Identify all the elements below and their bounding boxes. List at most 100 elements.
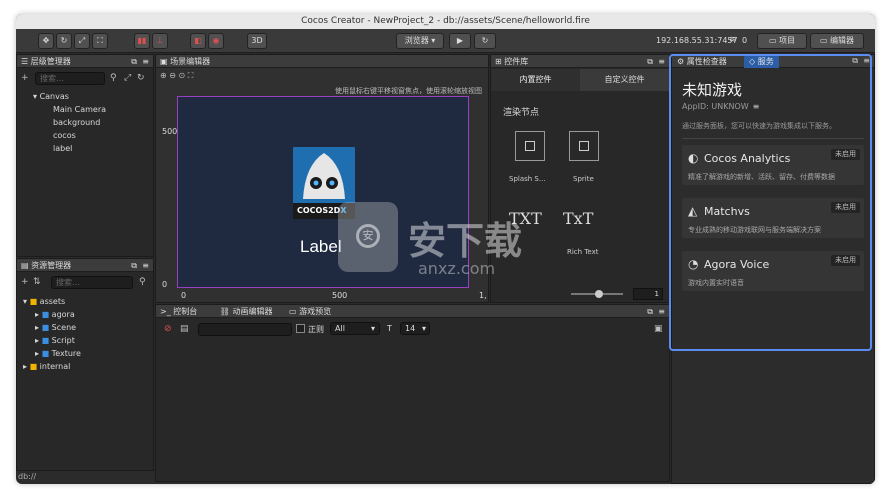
popout-icon[interactable]: ⧉ <box>131 55 137 68</box>
popout-icon[interactable]: ⧉ <box>647 55 653 68</box>
scene-icon: ▣ <box>160 57 171 66</box>
tab-custom[interactable]: 自定义控件 <box>580 69 669 91</box>
mode-3d-button[interactable]: 3D <box>247 33 267 49</box>
tab-preview[interactable]: 游戏预览 <box>299 307 331 316</box>
db-icon: ■ <box>29 362 40 371</box>
tab-services[interactable]: ◇ 服务 <box>744 55 779 68</box>
editor-button[interactable]: ▭ 编辑器 <box>810 33 864 49</box>
expand-icon[interactable]: ⤢ <box>124 73 131 83</box>
tree-item[interactable]: cocos <box>53 131 76 140</box>
font-size-select[interactable]: 14 ▾ <box>400 322 430 335</box>
assets-panel: ▤ 资源管理器 ⧉ ≡ + ⇅ 搜索... ⚲ ▾ ■ assets ▸ ■ a… <box>16 258 154 471</box>
play-icon[interactable]: ▶ <box>449 33 471 49</box>
search-icon[interactable]: ⚲ <box>110 73 117 83</box>
service-card-matchvs[interactable]: ◭ Matchvs 未启用 专业成熟的移动游戏联网与服务端解决方案 <box>682 198 864 238</box>
menu-icon[interactable]: ≡ <box>142 55 149 68</box>
menu-icon[interactable]: ≡ <box>142 259 149 272</box>
service-desc: 游戏内置实时语音 <box>688 279 744 287</box>
slider-thumb[interactable] <box>595 290 603 298</box>
splash-sprite-icon[interactable] <box>515 131 545 161</box>
caret-down-icon: ▾ <box>370 324 375 333</box>
tree-item-folder[interactable]: ▸ ■ agora <box>35 310 75 319</box>
assets-search-input[interactable]: 搜索... <box>51 276 133 289</box>
add-icon[interactable]: + <box>21 277 29 287</box>
tree-item-canvas[interactable]: ▾ Canvas <box>33 92 69 101</box>
label-node[interactable]: Label <box>300 237 342 257</box>
folder-icon: ■ <box>41 310 52 319</box>
tree-item[interactable]: background <box>53 118 100 127</box>
align-icon[interactable]: ▮▮ <box>134 33 150 49</box>
project-button[interactable]: ▭ 项目 <box>757 33 807 49</box>
tree-item[interactable]: Main Camera <box>53 105 106 114</box>
scene-header: ▣ 场景编辑器 <box>156 55 488 68</box>
regex-checkbox[interactable] <box>296 324 305 333</box>
hierarchy-search-input[interactable]: 搜索... <box>35 72 105 85</box>
service-card-analytics[interactable]: ◐ Cocos Analytics 未启用 精准了解游戏的新增、活跃、留存、付费… <box>682 145 864 185</box>
rich-text-icon[interactable]: TxT <box>563 209 593 228</box>
tree-item-folder[interactable]: ▸ ■ Scene <box>35 323 76 332</box>
menu-icon[interactable]: ≡ <box>658 305 665 318</box>
distribute-icon[interactable]: ⊥ <box>152 33 168 49</box>
tree-item-internal[interactable]: ▸ ■ internal <box>23 362 70 371</box>
tree-item-folder[interactable]: ▸ ■ Script <box>35 336 75 345</box>
x-axis-tick: 1, <box>479 291 487 300</box>
rotate-tool-icon[interactable]: ↻ <box>56 33 72 49</box>
zoom-value-input[interactable]: 1 <box>633 288 663 300</box>
popout-icon[interactable]: ⧉ <box>852 56 858 66</box>
service-desc: 专业成熟的移动游戏联网与服务端解决方案 <box>688 226 821 234</box>
collapse-icon[interactable]: ▣ <box>654 324 663 334</box>
sprite-icon[interactable] <box>569 131 599 161</box>
popout-icon[interactable]: ⧉ <box>647 305 653 318</box>
tree-item-folder[interactable]: ▸ ■ Texture <box>35 349 81 358</box>
library-header: ⊞ 控件库 ⧉ ≡ <box>491 55 669 68</box>
x-axis-tick: 500 <box>332 291 348 300</box>
zoom-tools[interactable]: ⊕ ⊖ ⊙ ⛶ <box>160 71 193 81</box>
refresh-icon[interactable]: ↻ <box>137 73 145 83</box>
library-item-label: Rich Text <box>567 248 599 256</box>
x-axis-tick: 0 <box>181 291 187 300</box>
section-title: 渲染节点 <box>503 108 540 118</box>
library-title: 控件库 <box>504 57 529 66</box>
popout-icon[interactable]: ⧉ <box>131 259 137 272</box>
folder-icon: ▭ <box>819 36 831 45</box>
pivot-icon[interactable]: ◉ <box>208 33 224 49</box>
watermark-badge-icon: 安 <box>356 224 380 248</box>
hierarchy-panel: ☰ 层级管理器 ⧉ ≡ + 搜索... ⚲ ⤢ ↻ ▾ Canvas Main … <box>16 54 154 257</box>
log-file-icon[interactable]: ▤ <box>180 324 189 334</box>
move-tool-icon[interactable]: ✥ <box>38 33 54 49</box>
refresh-icon[interactable]: ↻ <box>474 33 496 49</box>
tab-animation[interactable]: 动画编辑器 <box>233 307 273 316</box>
divider <box>682 138 864 139</box>
project-label: 项目 <box>779 36 796 45</box>
scene-title: 场景编辑器 <box>170 57 211 66</box>
browser-select[interactable]: 浏览器 ▾ <box>396 33 444 49</box>
menu-icon[interactable]: ≡ <box>863 56 870 65</box>
library-panel: ⊞ 控件库 ⧉ ≡ 内置控件 自定义控件 渲染节点 Splash S... Sp… <box>490 54 670 303</box>
tab-properties[interactable]: ⚙ 属性检查器 <box>677 56 727 67</box>
tab-console[interactable]: 控制台 <box>173 307 197 316</box>
log-level-select[interactable]: All ▾ <box>330 322 380 335</box>
tree-item-assets[interactable]: ▾ ■ assets <box>23 297 65 306</box>
anchor-icon[interactable]: ◧ <box>190 33 206 49</box>
add-icon[interactable]: + <box>21 73 29 83</box>
rect-tool-icon[interactable]: ⛶ <box>92 33 108 49</box>
tab-builtin[interactable]: 内置控件 <box>491 69 580 91</box>
hierarchy-header: ☰ 层级管理器 ⧉ ≡ <box>17 55 153 68</box>
scale-tool-icon[interactable]: ⤢ <box>74 33 90 49</box>
matchvs-icon: ◭ <box>688 204 698 218</box>
zoom-slider[interactable] <box>571 290 623 298</box>
list-icon[interactable]: ≡ <box>753 102 760 111</box>
menu-icon[interactable]: ≡ <box>658 55 665 68</box>
sort-icon[interactable]: ⇅ <box>33 277 41 287</box>
service-card-agora[interactable]: ◔ Agora Voice 未启用 游戏内置实时语音 <box>682 251 864 291</box>
font-size-icon: T <box>387 324 392 333</box>
tree-item[interactable]: label <box>53 144 72 153</box>
status-badge: 未启用 <box>831 149 860 160</box>
clear-icon[interactable]: ⊘ <box>164 324 172 334</box>
watermark-text: 安下载 <box>408 219 523 263</box>
status-badge: 未启用 <box>831 255 860 266</box>
db-icon: ■ <box>29 297 40 306</box>
agora-icon: ◔ <box>688 257 699 271</box>
console-search-input[interactable] <box>198 323 292 336</box>
search-icon[interactable]: ⚲ <box>139 277 146 287</box>
